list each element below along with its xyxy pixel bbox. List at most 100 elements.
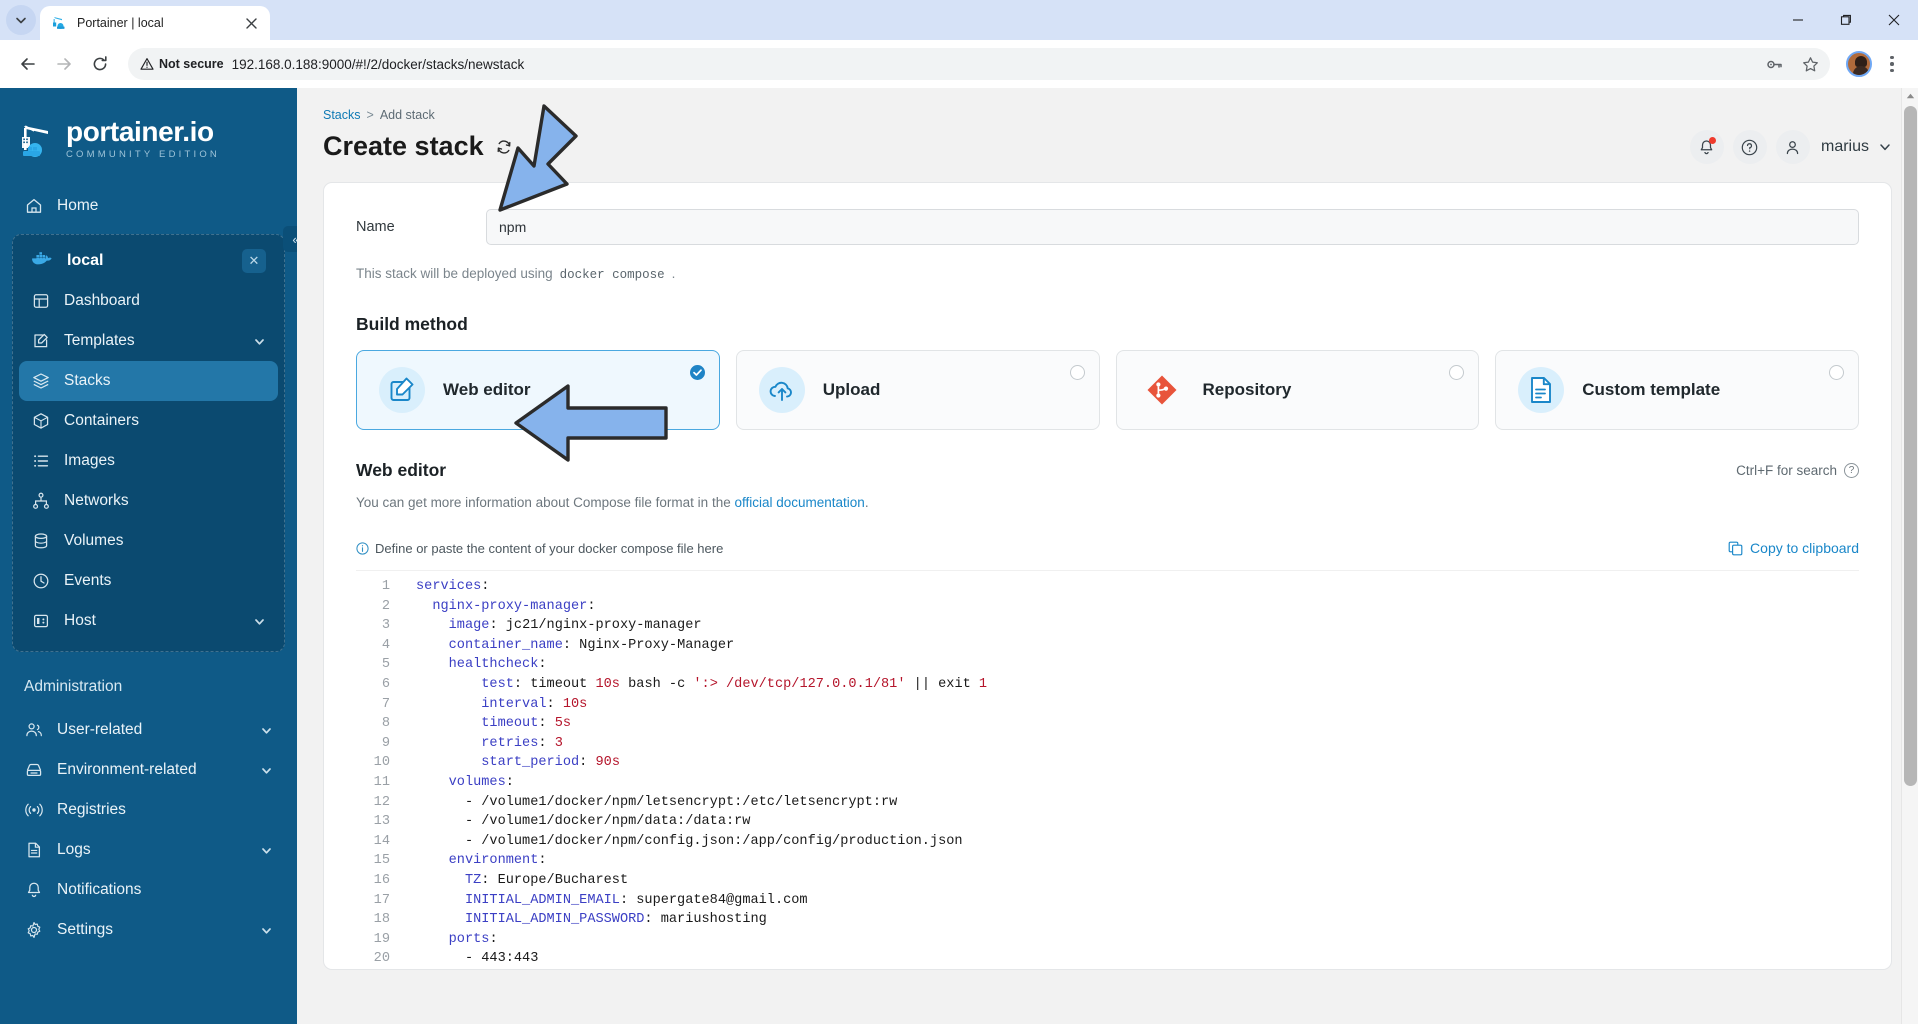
- build-method-label: Custom template: [1582, 380, 1721, 399]
- key-icon[interactable]: [1760, 50, 1788, 78]
- sidebar-item-stacks[interactable]: Stacks: [19, 361, 278, 401]
- stack-name-label: Name: [356, 219, 395, 235]
- line-number: 14: [373, 833, 390, 849]
- omnibox[interactable]: Not secure 192.168.0.188:9000/#!/2/docke…: [128, 48, 1830, 80]
- minimize-icon[interactable]: [1774, 0, 1822, 40]
- code-line: volumes:: [448, 774, 514, 790]
- refresh-icon[interactable]: [495, 138, 513, 156]
- code-line: - /volume1/docker/npm/data:/data:rw: [464, 814, 751, 830]
- notification-dot: [1708, 137, 1716, 144]
- back-arrow-icon[interactable]: [12, 48, 44, 80]
- radio-unselected-icon[interactable]: [1829, 365, 1844, 380]
- chevron-down-icon[interactable]: [260, 724, 273, 737]
- sidebar-item-templates[interactable]: Templates: [19, 321, 278, 361]
- question-circle-icon[interactable]: ?: [1844, 463, 1859, 478]
- create-stack-card: Name This stack will be deployed using d…: [323, 182, 1892, 970]
- security-status[interactable]: Not secure: [140, 57, 224, 71]
- sidebar-item-user-related[interactable]: User-related: [12, 710, 285, 750]
- code-line: start_period: 90s: [481, 755, 620, 771]
- copy-to-clipboard-button[interactable]: Copy to clipboard: [1728, 540, 1859, 556]
- sidebar-item-notifications[interactable]: Notifications: [12, 870, 285, 910]
- bell-icon: [24, 881, 43, 900]
- main-content: Stacks > Add stack Create stack marius N…: [297, 88, 1918, 1024]
- profile-avatar[interactable]: [1846, 51, 1872, 77]
- close-icon[interactable]: ✕: [242, 249, 266, 273]
- forward-arrow-icon[interactable]: [48, 48, 80, 80]
- build-method-label: Repository: [1202, 380, 1292, 399]
- line-number: 18: [373, 912, 390, 928]
- user-avatar-icon[interactable]: [1775, 130, 1810, 164]
- copy-icon: [1728, 541, 1743, 556]
- sidebar-item-settings[interactable]: Settings: [12, 910, 285, 950]
- restore-icon[interactable]: [1822, 0, 1870, 40]
- brand-name: portainer.io: [66, 116, 214, 148]
- sidebar-item-label: Events: [64, 572, 112, 589]
- build-method-custom-template[interactable]: Custom template: [1495, 350, 1859, 430]
- line-number: 17: [373, 892, 390, 908]
- sidebar-item-logs[interactable]: Logs: [12, 830, 285, 870]
- address-bar-url[interactable]: 192.168.0.188:9000/#!/2/docker/stacks/ne…: [232, 57, 1752, 72]
- sidebar-item-label: Containers: [64, 412, 139, 429]
- close-icon[interactable]: [1870, 0, 1918, 40]
- portainer-favicon: [50, 14, 68, 32]
- browser-toolbar: Not secure 192.168.0.188:9000/#!/2/docke…: [0, 40, 1918, 88]
- radio-selected-icon[interactable]: [689, 365, 705, 380]
- radio-unselected-icon[interactable]: [1449, 365, 1465, 380]
- chevron-down-icon[interactable]: [260, 764, 273, 777]
- breadcrumb: Stacks > Add stack: [323, 108, 513, 122]
- sidebar-item-events[interactable]: Events: [19, 561, 278, 601]
- deploy-note-code: docker compose: [559, 268, 665, 282]
- sidebar-item-networks[interactable]: Networks: [19, 481, 278, 521]
- environment-header[interactable]: local ✕: [19, 241, 278, 281]
- breadcrumb-stacks[interactable]: Stacks: [323, 108, 361, 122]
- window-controls: [1774, 0, 1918, 40]
- code-line: services:: [416, 579, 490, 594]
- sidebar-item-images[interactable]: Images: [19, 441, 278, 481]
- radio-unselected-icon[interactable]: [1069, 365, 1085, 380]
- copy-label: Copy to clipboard: [1750, 540, 1859, 556]
- star-icon[interactable]: [1796, 50, 1824, 78]
- warning-triangle-icon: [140, 57, 154, 71]
- browser-tab[interactable]: Portainer | local: [40, 6, 270, 40]
- sidebar-item-volumes[interactable]: Volumes: [19, 521, 278, 561]
- build-method-web-editor[interactable]: Web editor: [356, 350, 720, 430]
- chevron-down-icon[interactable]: [253, 335, 266, 348]
- code-editor[interactable]: 1 2 3 4 5 6 7 8 9 10 11 12 13 14 15 16 17 18 19 20 services…: [356, 570, 1859, 969]
- line-number: 8: [381, 716, 390, 732]
- reload-icon[interactable]: [84, 48, 116, 80]
- sidebar-item-label: Home: [57, 197, 99, 214]
- code-line: test: timeout 10s bash -c ':> /dev/tcp/1…: [481, 676, 988, 692]
- page-scrollbar[interactable]: [1901, 88, 1918, 1024]
- code-content[interactable]: services: nginx-proxy-manager: image: jc…: [400, 571, 1859, 969]
- sidebar-item-host[interactable]: Host: [19, 601, 278, 641]
- images-icon: [31, 452, 50, 471]
- build-method-upload[interactable]: Upload: [735, 350, 1100, 430]
- build-method-repository[interactable]: Repository: [1115, 350, 1480, 430]
- environment-block: local ✕ Dashboard Templates Stacks Containe…: [12, 234, 285, 652]
- brand[interactable]: portainer.io COMMUNITY EDITION: [12, 88, 285, 186]
- sidebar-item-dashboard[interactable]: Dashboard: [19, 281, 278, 321]
- chevron-down-icon[interactable]: [253, 615, 266, 628]
- deploy-note: This stack will be deployed using docker…: [356, 266, 1859, 282]
- tab-search-button[interactable]: [6, 5, 36, 35]
- chevron-down-icon[interactable]: [260, 924, 273, 937]
- environment-name: local: [67, 252, 104, 269]
- notifications-button[interactable]: [1689, 130, 1724, 164]
- sidebar-item-registries[interactable]: Registries: [12, 790, 285, 830]
- scrollbar-thumb[interactable]: [1904, 106, 1917, 786]
- stack-name-input[interactable]: [486, 209, 1859, 245]
- chevron-down-icon[interactable]: [260, 844, 273, 857]
- kebab-menu-icon[interactable]: [1878, 50, 1906, 78]
- code-line: container_name: Nginx-Proxy-Manager: [448, 637, 735, 653]
- close-icon[interactable]: [242, 14, 260, 32]
- chevron-down-icon[interactable]: [1878, 140, 1892, 154]
- administration-label: Administration: [24, 678, 123, 695]
- help-button[interactable]: [1732, 130, 1767, 164]
- sidebar-item-home[interactable]: Home: [12, 186, 285, 226]
- scroll-up-arrow[interactable]: [1902, 88, 1918, 104]
- sidebar-item-environment-related[interactable]: Environment-related: [12, 750, 285, 790]
- sidebar-item-containers[interactable]: Containers: [19, 401, 278, 441]
- line-number: 2: [381, 598, 390, 614]
- official-documentation-link[interactable]: official documentation: [734, 495, 864, 510]
- git-diamond-icon: [1139, 367, 1185, 413]
